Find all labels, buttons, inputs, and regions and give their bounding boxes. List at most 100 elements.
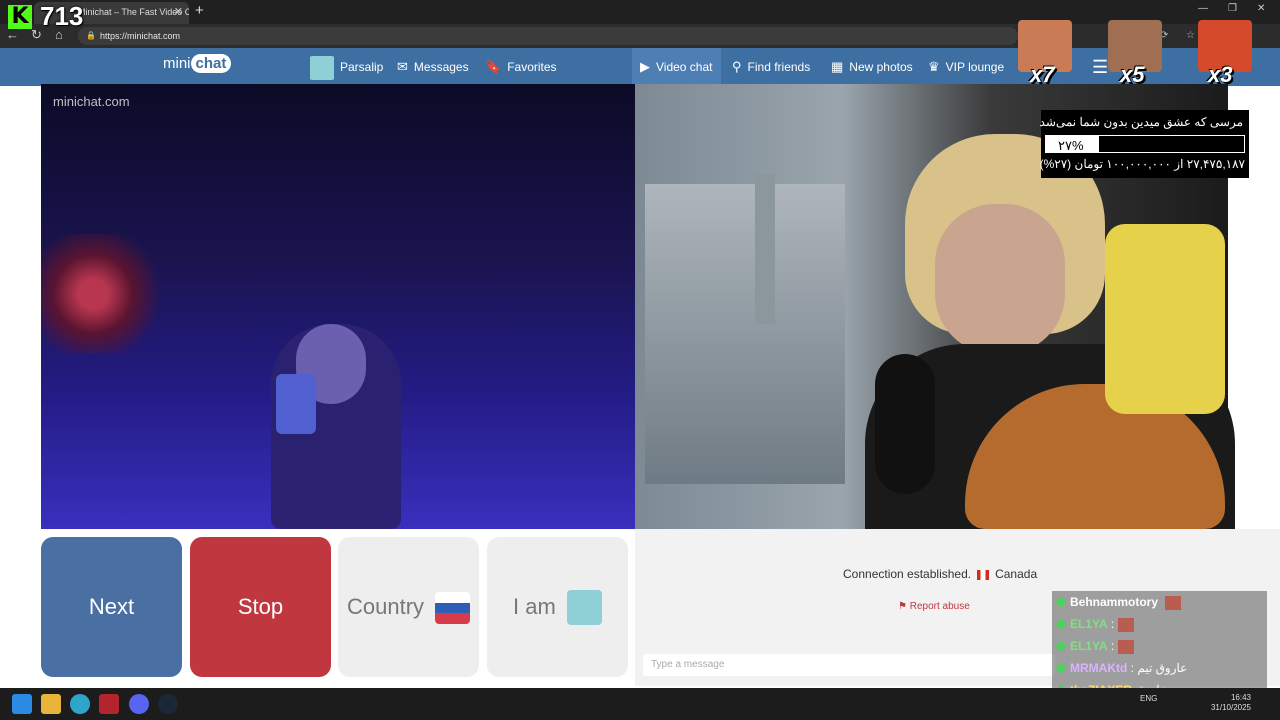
nav-find-friends-label: Find friends — [747, 60, 811, 74]
badge-diamond-icon — [1055, 618, 1067, 630]
report-abuse-label: Report abuse — [909, 601, 970, 612]
lock-icon: 🔒 — [86, 31, 96, 40]
iam-label: I am — [513, 594, 556, 619]
chat-message: MRMAKtd : عاروق تیم — [1052, 657, 1267, 679]
crown-icon: ♛ — [928, 59, 940, 74]
nav-new-photos[interactable]: ▦ New photos — [831, 48, 913, 86]
favorites-icon[interactable]: ☆ — [1186, 30, 1195, 41]
building — [755, 174, 775, 324]
minimize-icon[interactable]: — — [1198, 3, 1208, 14]
country-label: Country — [347, 594, 425, 619]
face-shape-right — [935, 204, 1065, 354]
donation-title: مرسی که عشق میدین بدون شما نمی‌شد — [1039, 115, 1243, 129]
clock-date: 31/10/2025 — [1210, 703, 1251, 712]
connection-text: Connection established. — [843, 567, 972, 581]
nav-video-chat-label: Video chat — [656, 60, 713, 74]
partner-video — [41, 84, 635, 529]
chat-username[interactable]: EL1YA — [1070, 639, 1108, 653]
language-indicator[interactable]: ENG — [1140, 694, 1157, 703]
chat-username[interactable]: EL1YA — [1070, 617, 1108, 631]
decor-lights — [41, 234, 171, 354]
maximize-icon[interactable]: ❐ — [1228, 3, 1237, 14]
windows-start-icon[interactable] — [12, 694, 32, 714]
message-input[interactable]: Type a message — [643, 654, 1055, 676]
nav-messages[interactable]: ✉ Messages — [397, 48, 469, 86]
hamburger-menu-icon[interactable]: ☰ — [1092, 48, 1108, 86]
viewer-count: 713 — [40, 1, 84, 31]
edge-browser-icon[interactable] — [70, 694, 90, 714]
connection-status: Connection established. Canada — [843, 567, 1037, 581]
chat-username[interactable]: Behnammotory — [1070, 595, 1158, 609]
microphone-shape — [875, 354, 935, 494]
partner-country: Canada — [995, 567, 1038, 581]
nav-video-chat[interactable]: ▶ Video chat — [632, 48, 721, 86]
stop-button[interactable]: Stop — [190, 537, 331, 677]
chat-message: Behnammotory — [1052, 591, 1267, 613]
donation-goal: مرسی که عشق میدین بدون شما نمی‌شد ۲۷% ۲۷… — [1039, 110, 1249, 178]
nav-find-friends[interactable]: ⚲ Find friends — [732, 48, 810, 86]
donation-progress-bar: ۲۷% — [1045, 135, 1245, 153]
back-icon[interactable]: ← — [6, 28, 19, 42]
country-button[interactable]: Country — [338, 537, 479, 677]
badge-diamond-icon — [1055, 596, 1067, 608]
nav-new-photos-label: New photos — [849, 60, 913, 74]
male-avatar-icon — [567, 590, 602, 625]
badge-diamond-icon — [1055, 640, 1067, 652]
url-text: https://minichat.com — [100, 31, 181, 41]
chat-emote-icon — [1118, 639, 1135, 654]
user-avatar-icon — [310, 55, 334, 80]
file-explorer-icon[interactable] — [41, 694, 61, 714]
taskbar — [0, 688, 1280, 720]
city-window — [645, 184, 845, 484]
nav-vip-lounge-label: VIP lounge — [945, 60, 1005, 74]
logo-chat: chat — [190, 54, 232, 73]
discord-icon[interactable] — [129, 694, 149, 714]
chat-message: EL1YA : — [1052, 613, 1267, 635]
system-clock[interactable]: 16:43 31/10/2025 — [1205, 693, 1251, 713]
watermark: minichat.com — [53, 94, 130, 109]
site-logo[interactable]: mini chat — [163, 54, 232, 73]
chat-message: EL1YA : — [1052, 635, 1267, 657]
tab-title: Minichat – The Fast Video C... — [78, 7, 189, 17]
system-tray: ENG — [1140, 694, 1157, 704]
kick-logo-icon: K — [8, 5, 32, 29]
nav-vip-lounge[interactable]: ♛ VIP lounge — [928, 48, 1004, 86]
close-window-icon[interactable]: ✕ — [1257, 3, 1265, 14]
close-tab-icon[interactable]: ✕ — [174, 2, 183, 22]
gender-button[interactable]: I am — [487, 537, 628, 677]
canada-flag-icon — [977, 569, 990, 580]
nav-messages-label: Messages — [413, 60, 469, 74]
url-input[interactable]: 🔒 https://minichat.com — [78, 27, 1018, 45]
emote-multiplier-2: x5 — [1120, 62, 1145, 87]
chat-emote-icon — [1118, 617, 1135, 632]
emote-multiplier-3: x3 — [1208, 62, 1233, 87]
russia-flag-icon — [435, 592, 470, 624]
donation-percent: ۲۷% — [1058, 138, 1084, 153]
nav-parsalip-label: Parsalip — [340, 60, 384, 74]
flag-icon: ⚑ — [898, 601, 910, 612]
new-tab-icon[interactable]: + — [195, 2, 204, 20]
envelope-icon: ✉ — [397, 59, 408, 74]
can-shape — [276, 374, 316, 434]
chat-text — [1158, 595, 1161, 609]
video-camera-icon: ▶ — [640, 59, 650, 74]
steam-icon[interactable] — [158, 694, 178, 714]
chat-text: : عاروق تیم — [1127, 661, 1188, 675]
chat-emote-icon — [1165, 595, 1182, 610]
chat-text: : — [1107, 617, 1115, 631]
browser-tab-bar: Minichat – The Fast Video C... ✕ + — ❐ ✕ — [0, 0, 1280, 24]
next-button[interactable]: Next — [41, 537, 182, 677]
chat-username[interactable]: MRMAKtd — [1070, 661, 1127, 675]
chat-text: : — [1107, 639, 1115, 653]
search-icon: ⚲ — [732, 59, 742, 74]
nav-parsalip[interactable]: Parsalip — [310, 48, 383, 86]
chair-shape — [1105, 224, 1225, 414]
recording-app-icon[interactable] — [99, 694, 119, 714]
emote-multiplier-1: x7 — [1030, 62, 1055, 87]
report-abuse-link[interactable]: ⚑ Report abuse — [898, 601, 970, 612]
nav-favorites[interactable]: 🔖 Favorites — [485, 48, 557, 86]
nav-favorites-label: Favorites — [507, 60, 557, 74]
bookmark-icon: 🔖 — [485, 59, 502, 74]
clock-time: 16:43 — [1230, 693, 1251, 702]
photos-grid-icon: ▦ — [831, 59, 844, 74]
